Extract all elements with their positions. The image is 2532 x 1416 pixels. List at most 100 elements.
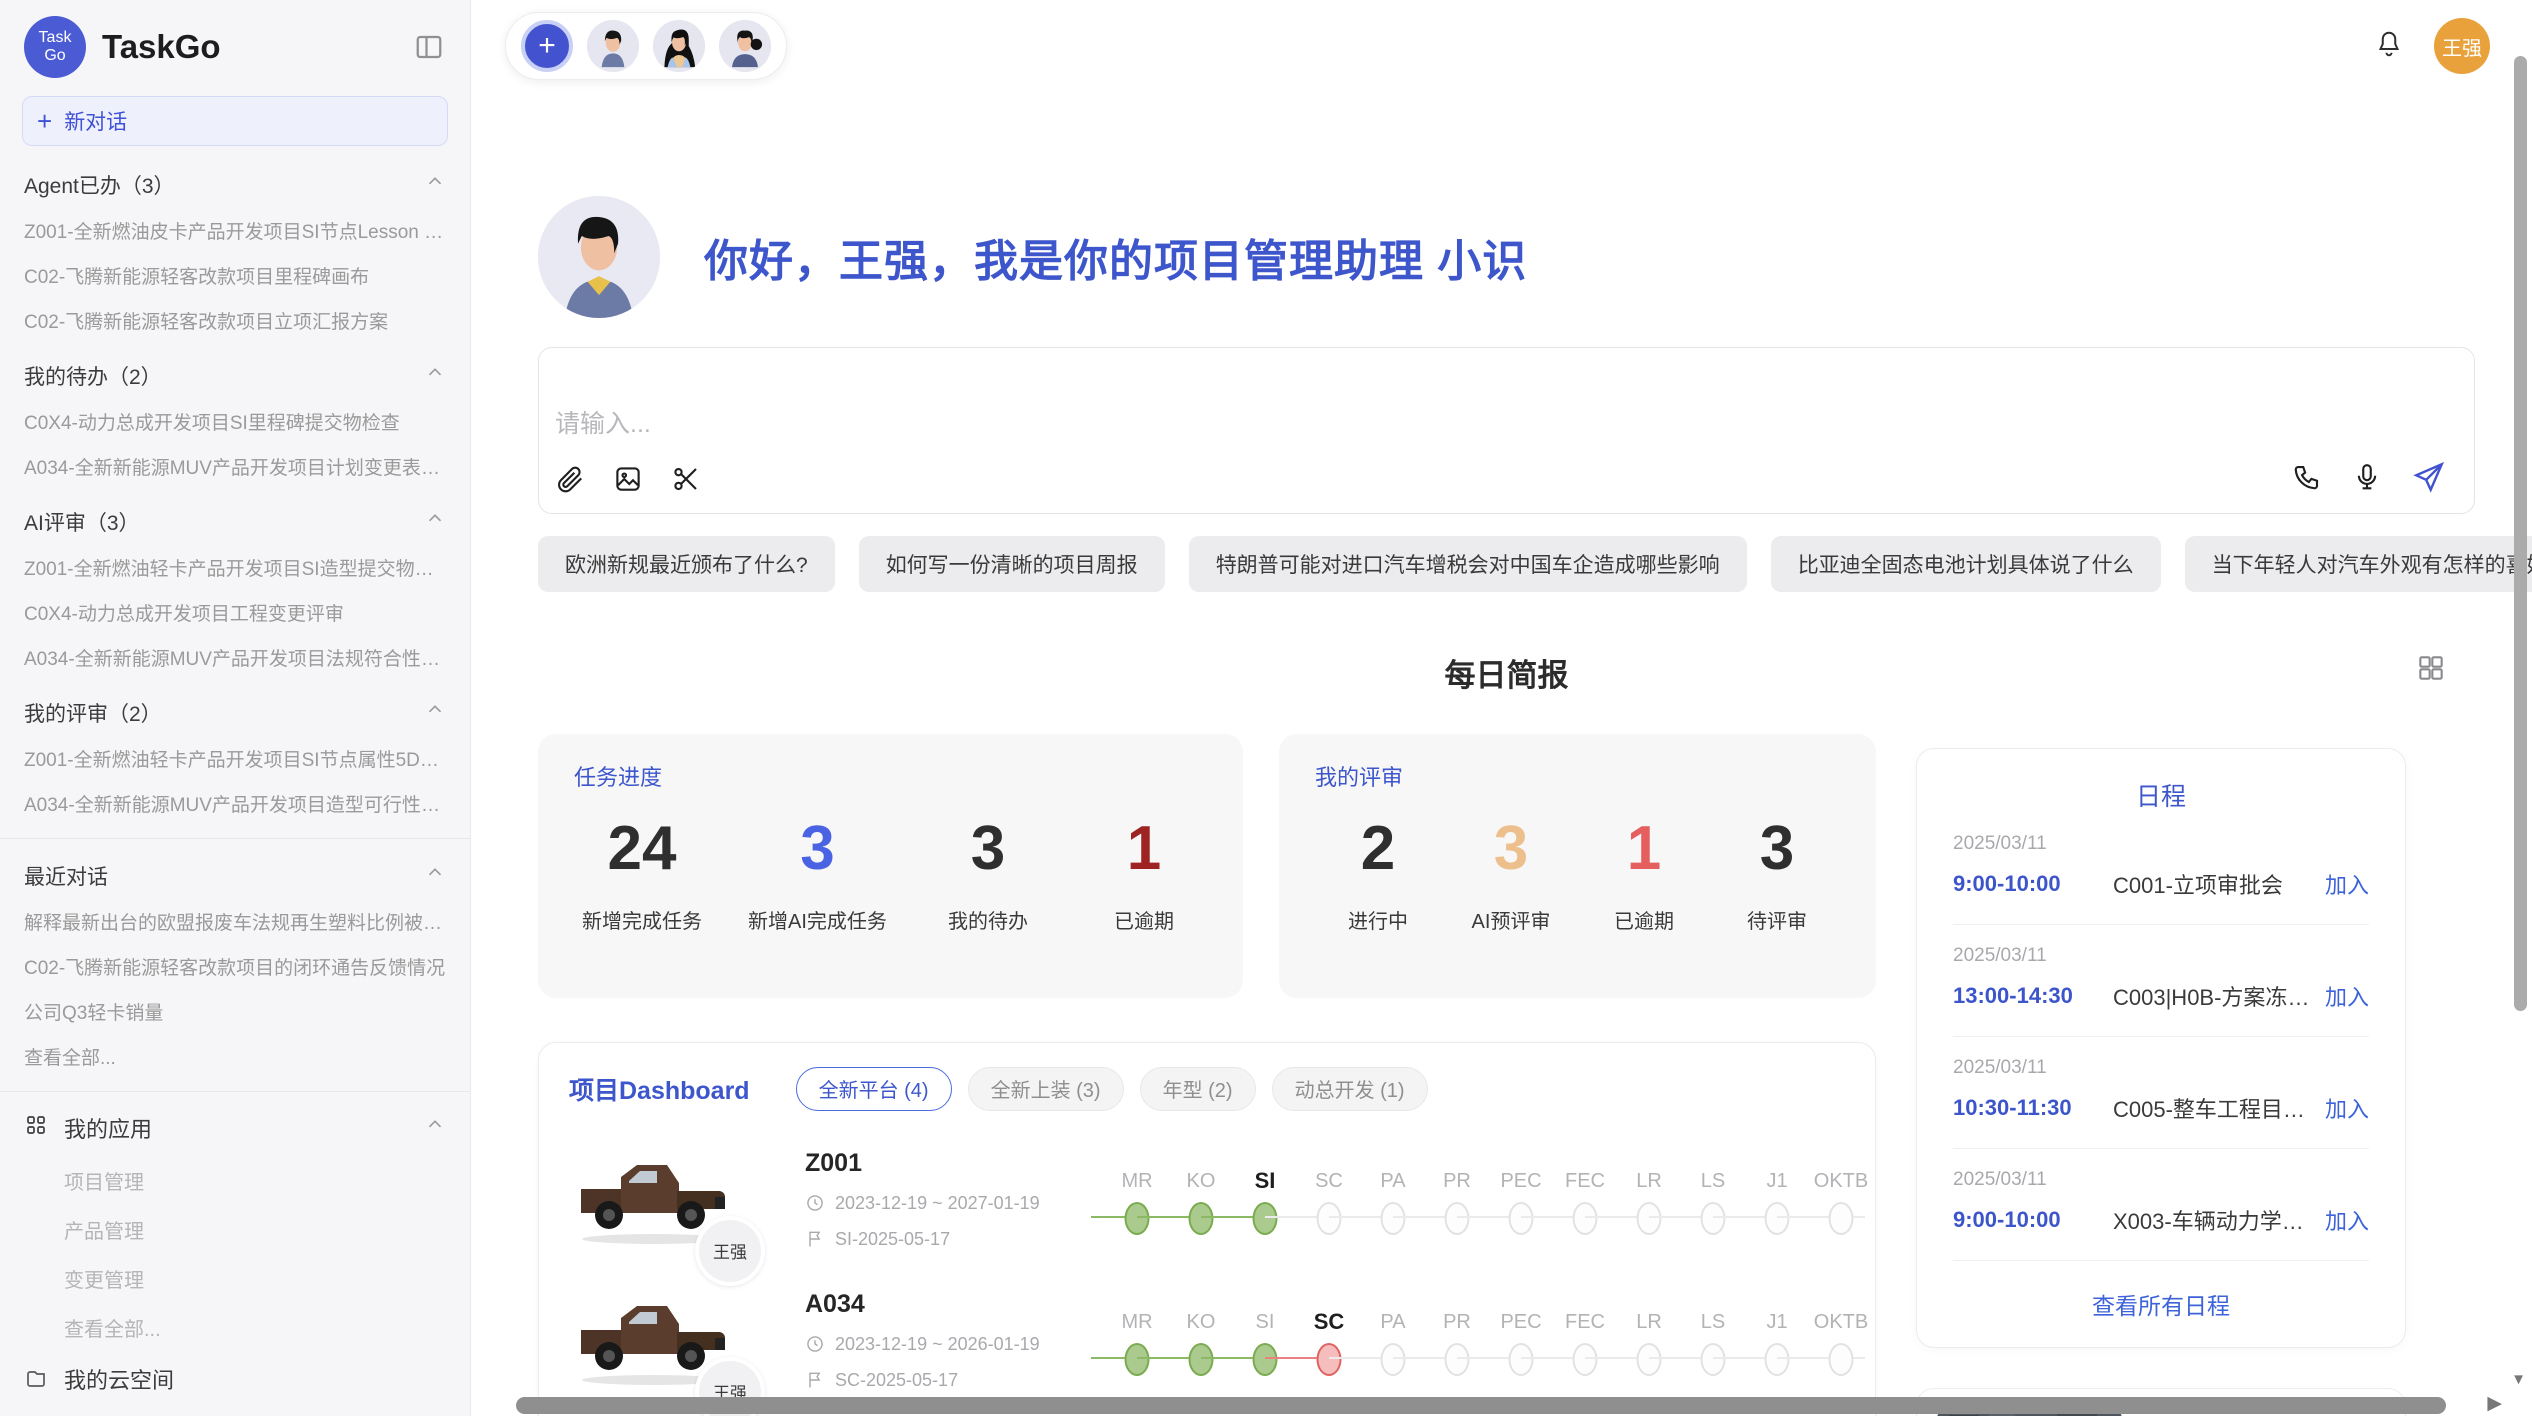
- new-chat-button[interactable]: + 新对话: [22, 96, 448, 146]
- vertical-scrollbar[interactable]: [2514, 56, 2527, 1011]
- suggestion-chip-1[interactable]: 如何写一份清晰的项目周报: [859, 536, 1165, 592]
- chevron-up-icon: [424, 362, 446, 390]
- suggestion-chip-4[interactable]: 当下年轻人对汽车外观有怎样的喜好趋势: [2185, 536, 2532, 592]
- milestone-mr: MR: [1105, 1165, 1169, 1239]
- suggestion-chip-3[interactable]: 比亚迪全固态电池计划具体说了什么: [1771, 536, 2161, 592]
- sidebar-group-recent-header[interactable]: 最近对话: [24, 853, 446, 899]
- milestone-sc: SC: [1297, 1165, 1361, 1239]
- milestone-label: LR: [1617, 1306, 1681, 1338]
- image-icon[interactable]: [613, 464, 643, 499]
- milestone-pr: PR: [1425, 1306, 1489, 1380]
- attachment-toolbar: [555, 464, 701, 499]
- list-item[interactable]: 解释最新出台的欧盟报废车法规再生塑料比例被调至15%...: [24, 899, 446, 944]
- my-apps-label: 我的应用: [64, 1112, 152, 1144]
- flag-text: SI-2025-05-17: [835, 1229, 950, 1250]
- list-item[interactable]: A034-全新新能源MUV产品开发项目法规符合性评审: [24, 635, 446, 680]
- milestone-si: SI: [1233, 1165, 1297, 1239]
- milestone-track: [1745, 1197, 1809, 1239]
- sidebar-group-3-header[interactable]: 我的评审（2）: [24, 690, 446, 736]
- agent-avatar-1[interactable]: [587, 20, 639, 72]
- scroll-down-arrow-icon[interactable]: ▼: [2511, 1371, 2526, 1388]
- sidebar-app-subitem[interactable]: 产品管理: [0, 1205, 470, 1254]
- milestone-si: SI: [1233, 1306, 1297, 1380]
- apps-grid-icon: [24, 1113, 48, 1143]
- milestone-mr: MR: [1105, 1306, 1169, 1380]
- greeting-text: 你好，王强，我是你的项目管理助理 小识: [704, 225, 1527, 289]
- plus-icon: +: [37, 108, 52, 134]
- project-dashboard-card: 项目Dashboard 全新平台 (4)全新上装 (3)年型 (2)动总开发 (…: [538, 1042, 1876, 1416]
- list-item[interactable]: 公司Q3轻卡销量: [24, 989, 446, 1034]
- sidebar-collapse-icon[interactable]: [414, 32, 444, 62]
- suggestion-chips: 欧洲新规最近颁布了什么? 如何写一份清晰的项目周报特朗普可能对进口汽车增税会对中国…: [538, 536, 2475, 592]
- sidebar-group-2: AI评审（3） Z001-全新燃油轻卡产品开发项目SI造型提交物评审C0X4-动力…: [0, 493, 470, 684]
- sidebar-group-2-header[interactable]: AI评审（3）: [24, 499, 446, 545]
- event-main: 9:00-10:00C001-立项审批会加入: [1953, 868, 2369, 900]
- chevron-up-icon: [424, 699, 446, 727]
- sidebar-app-subitem[interactable]: 变更管理: [0, 1254, 470, 1303]
- milestone-track: [1553, 1197, 1617, 1239]
- list-item[interactable]: C02-飞腾新能源轻客改款项目的闭环通告反馈情况: [24, 944, 446, 989]
- sidebar-item-cloud-space[interactable]: 我的云空间: [0, 1352, 470, 1406]
- milestone-track: [1809, 1338, 1873, 1380]
- add-agent-button[interactable]: +: [521, 20, 573, 72]
- paperclip-icon[interactable]: [555, 464, 585, 499]
- list-item[interactable]: 查看全部...: [24, 1034, 446, 1079]
- sidebar-app-subitem[interactable]: 查看全部...: [0, 1303, 470, 1352]
- suggestion-chip-2[interactable]: 特朗普可能对进口汽车增税会对中国车企造成哪些影响: [1189, 536, 1747, 592]
- project-flag-milestone: SI-2025-05-17: [805, 1229, 1105, 1250]
- join-link[interactable]: 加入: [2325, 868, 2369, 900]
- content-row: 任务进度 24新增完成任务3新增AI完成任务3我的待办1已逾期 我的评审 2进行…: [538, 734, 2475, 1416]
- sidebar-item-my-apps[interactable]: 我的应用: [0, 1100, 470, 1156]
- chat-input[interactable]: 请输入...: [538, 347, 2475, 514]
- stat-item: 2进行中: [1323, 816, 1433, 934]
- suggestion-chip-0[interactable]: 欧洲新规最近颁布了什么?: [538, 536, 835, 592]
- sidebar-group-0: Agent已办（3）Z001-全新燃油皮卡产品开发项目SI节点Lesson Le…: [0, 156, 470, 347]
- milestone-label: SC: [1297, 1306, 1361, 1338]
- milestone-node: [1445, 1202, 1470, 1235]
- task-progress-title: 任务进度: [574, 760, 1207, 792]
- phone-icon[interactable]: [2292, 462, 2322, 497]
- sidebar-group-2-title: AI评审（3）: [24, 507, 140, 537]
- user-avatar[interactable]: 王强: [2434, 18, 2490, 74]
- agent-avatar-2[interactable]: [653, 20, 705, 72]
- list-item[interactable]: C0X4-动力总成开发项目工程变更评审: [24, 590, 446, 635]
- milestone-track: [1233, 1338, 1297, 1380]
- list-item[interactable]: A034-全新新能源MUV产品开发项目造型可行性评审: [24, 781, 446, 826]
- milestone-sc: SC: [1297, 1306, 1361, 1380]
- list-item[interactable]: C02-飞腾新能源轻客改款项目立项汇报方案: [24, 298, 446, 343]
- list-item[interactable]: C02-飞腾新能源轻客改款项目里程碑画布: [24, 253, 446, 298]
- scissors-icon[interactable]: [671, 464, 701, 499]
- event-date: 2025/03/11: [1953, 833, 2369, 855]
- milestone-node: [1317, 1343, 1342, 1376]
- milestone-pa: PA: [1361, 1165, 1425, 1239]
- dashboard-filter-0[interactable]: 全新平台 (4): [796, 1067, 952, 1111]
- join-link[interactable]: 加入: [2325, 1204, 2369, 1236]
- microphone-icon[interactable]: [2352, 462, 2382, 497]
- milestone-oktb: OKTB: [1809, 1306, 1873, 1380]
- notification-bell-icon[interactable]: [2374, 29, 2404, 64]
- list-item[interactable]: A034-全新新能源MUV产品开发项目计划变更表编写: [24, 444, 446, 489]
- list-item[interactable]: Z001-全新燃油轻卡产品开发项目SI节点属性5D文件评审: [24, 736, 446, 781]
- layout-grid-icon[interactable]: [2415, 652, 2447, 689]
- stats-row: 任务进度 24新增完成任务3新增AI完成任务3我的待办1已逾期 我的评审 2进行…: [538, 734, 1876, 998]
- join-link[interactable]: 加入: [2325, 980, 2369, 1012]
- send-icon[interactable]: [2412, 460, 2446, 499]
- sidebar-group-0-header[interactable]: Agent已办（3）: [24, 162, 446, 208]
- list-item[interactable]: Z001-全新燃油皮卡产品开发项目SI节点Lesson Learn报告: [24, 208, 446, 253]
- join-link[interactable]: 加入: [2325, 1092, 2369, 1124]
- agent-avatar-3[interactable]: [719, 20, 771, 72]
- sidebar-group-recent-title: 最近对话: [24, 861, 108, 891]
- sidebar-group-1-header[interactable]: 我的待办（2）: [24, 353, 446, 399]
- scroll-right-arrow-icon[interactable]: ▶: [2487, 1392, 2502, 1415]
- list-item[interactable]: C0X4-动力总成开发项目SI里程碑提交物检查: [24, 399, 446, 444]
- dashboard-filter-3[interactable]: 动总开发 (1): [1272, 1067, 1428, 1111]
- sidebar-app-subitem[interactable]: 项目管理: [0, 1156, 470, 1205]
- logo-line2: Go: [44, 47, 65, 65]
- view-all-schedule-link[interactable]: 查看所有日程: [1953, 1261, 2369, 1329]
- milestone-label: OKTB: [1809, 1306, 1873, 1338]
- dashboard-filter-2[interactable]: 年型 (2): [1140, 1067, 1256, 1111]
- dashboard-filter-1[interactable]: 全新上装 (3): [968, 1067, 1124, 1111]
- horizontal-scrollbar[interactable]: [516, 1397, 2446, 1414]
- list-item[interactable]: Z001-全新燃油轻卡产品开发项目SI造型提交物评审: [24, 545, 446, 590]
- sidebar-item-favorites[interactable]: 我的收藏: [0, 1406, 470, 1416]
